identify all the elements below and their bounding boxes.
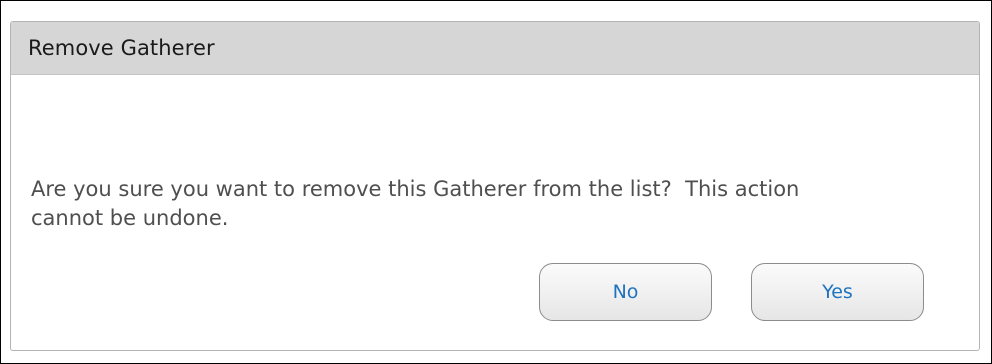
dialog-title: Remove Gatherer	[28, 36, 215, 60]
confirmation-message: Are you sure you want to remove this Gat…	[31, 177, 800, 230]
dialog-title-bar: Remove Gatherer	[11, 22, 979, 75]
screenshot-frame: Remove Gatherer Are you sure you want to…	[0, 0, 992, 364]
no-button[interactable]: No	[539, 263, 712, 321]
yes-button[interactable]: Yes	[751, 263, 924, 321]
remove-gatherer-dialog: Remove Gatherer Are you sure you want to…	[10, 21, 980, 351]
